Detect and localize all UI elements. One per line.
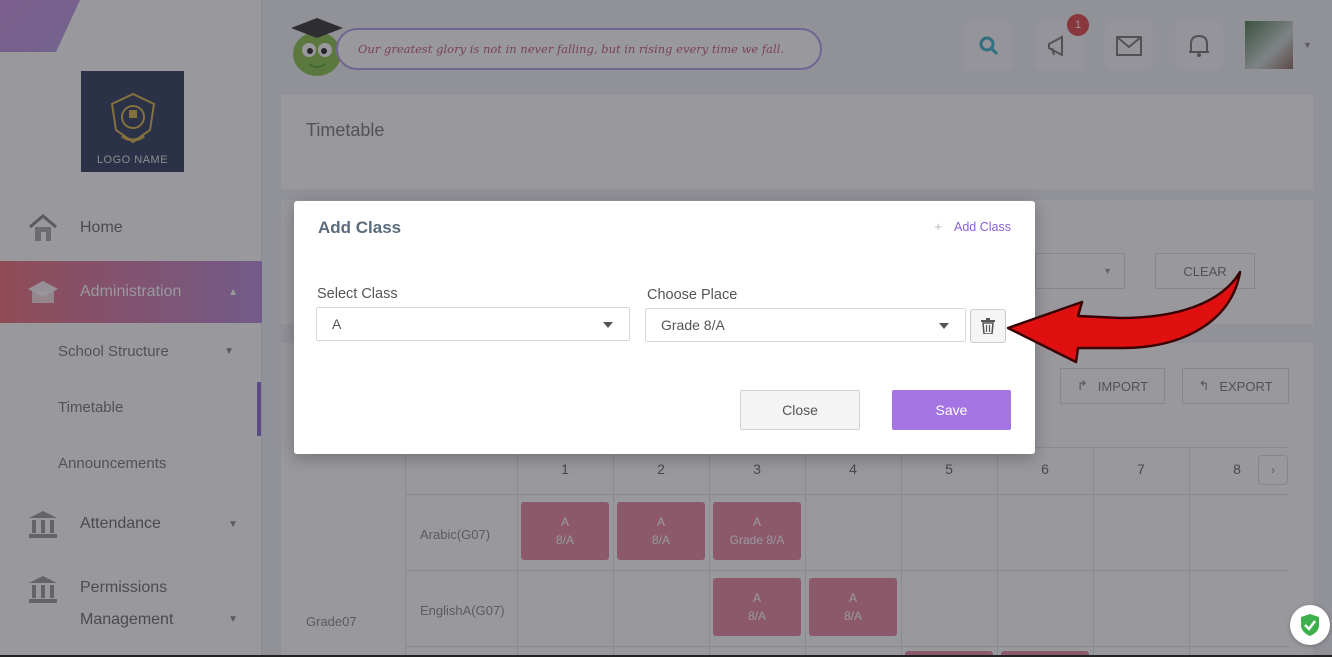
caret-down-icon — [603, 322, 613, 328]
add-class-link[interactable]: + Add Class — [934, 219, 1011, 234]
trash-icon — [981, 318, 995, 334]
annotation-arrow-icon — [1006, 270, 1242, 364]
add-class-link-label: Add Class — [954, 219, 1011, 234]
caret-down-icon — [939, 323, 949, 329]
plus-icon: + — [934, 219, 943, 234]
save-button[interactable]: Save — [892, 390, 1011, 430]
modal-title: Add Class — [318, 218, 402, 237]
select-class-label: Select Class — [317, 286, 398, 302]
shield-check-icon — [1301, 614, 1319, 636]
choose-place-dropdown[interactable]: Grade 8/A — [645, 308, 966, 342]
close-button[interactable]: Close — [740, 390, 860, 430]
security-shield-button[interactable] — [1290, 605, 1330, 645]
select-class-dropdown[interactable]: A — [316, 307, 630, 341]
add-class-modal: Add Class + Add Class Select Class A Cho… — [294, 201, 1035, 454]
select-class-value: A — [332, 316, 342, 332]
choose-place-label: Choose Place — [647, 287, 738, 303]
choose-place-value: Grade 8/A — [661, 317, 725, 333]
